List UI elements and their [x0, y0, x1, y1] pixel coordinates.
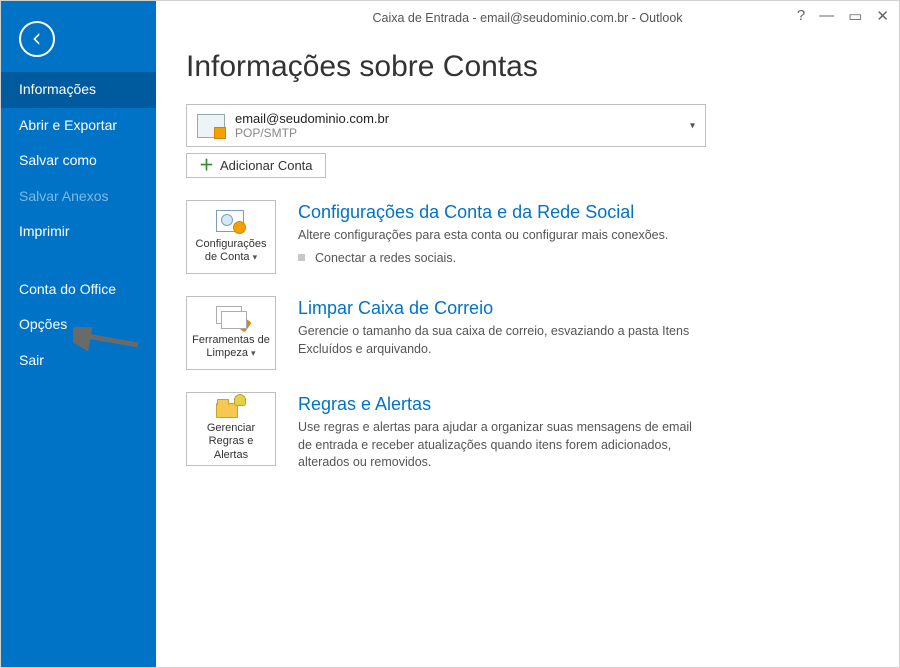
- sidebar-item-salvar-anexos: Salvar Anexos: [1, 179, 156, 215]
- manage-rules-card[interactable]: Gerenciar Regras e Alertas: [186, 392, 276, 466]
- backstage-sidebar: Informações Abrir e Exportar Salvar como…: [1, 1, 156, 667]
- account-settings-card[interactable]: Configurações de Conta ▾: [186, 200, 276, 274]
- arrow-left-icon: [28, 30, 46, 48]
- section-rules-desc: Use regras e alertas para ajudar a organ…: [298, 419, 708, 472]
- maximize-button[interactable]: ▭: [848, 7, 862, 25]
- section-cleanup-desc: Gerencie o tamanho da sua caixa de corre…: [298, 323, 708, 358]
- account-selector[interactable]: email@seudominio.com.br POP/SMTP ▾: [186, 104, 706, 147]
- section-rules-title: Regras e Alertas: [298, 394, 869, 415]
- rules-card-label: Gerenciar Regras e Alertas: [192, 422, 270, 462]
- section-cleanup-title: Limpar Caixa de Correio: [298, 298, 869, 319]
- cleanup-tools-card[interactable]: Ferramentas de Limpeza ▾: [186, 296, 276, 370]
- rules-icon: [216, 396, 244, 418]
- sidebar-item-imprimir[interactable]: Imprimir: [1, 214, 156, 250]
- section-config-desc: Altere configurações para esta conta ou …: [298, 227, 708, 245]
- help-button[interactable]: ?: [797, 7, 805, 25]
- chevron-down-icon: ▾: [251, 348, 256, 358]
- connect-social-label: Conectar a redes sociais.: [315, 251, 456, 265]
- sidebar-item-salvar-como[interactable]: Salvar como: [1, 143, 156, 179]
- window-title: Caixa de Entrada - email@seudominio.com.…: [156, 1, 899, 25]
- bullet-square-icon: [298, 254, 305, 261]
- page-title: Informações sobre Contas: [186, 50, 869, 84]
- sidebar-item-opcoes[interactable]: Opções: [1, 307, 156, 343]
- cleanup-card-label: Ferramentas de Limpeza: [192, 334, 270, 359]
- sidebar-item-informacoes[interactable]: Informações: [1, 72, 156, 108]
- add-account-label: Adicionar Conta: [220, 158, 313, 173]
- sidebar-item-abrir-exportar[interactable]: Abrir e Exportar: [1, 108, 156, 144]
- connect-social-link[interactable]: Conectar a redes sociais.: [298, 251, 869, 265]
- sidebar-item-conta-office[interactable]: Conta do Office: [1, 272, 156, 308]
- account-email: email@seudominio.com.br: [235, 111, 389, 126]
- add-account-button[interactable]: ＋ Adicionar Conta: [186, 153, 326, 178]
- minimize-button[interactable]: —: [819, 7, 834, 25]
- account-settings-icon: [216, 210, 244, 232]
- sidebar-item-sair[interactable]: Sair: [1, 343, 156, 379]
- close-button[interactable]: ✕: [876, 7, 889, 25]
- back-button[interactable]: [19, 21, 55, 57]
- account-type: POP/SMTP: [235, 126, 389, 140]
- cleanup-icon: [216, 306, 246, 328]
- account-icon: [197, 114, 225, 138]
- chevron-down-icon: ▾: [253, 252, 258, 262]
- chevron-down-icon: ▾: [690, 120, 695, 131]
- section-config-title: Configurações da Conta e da Rede Social: [298, 202, 869, 223]
